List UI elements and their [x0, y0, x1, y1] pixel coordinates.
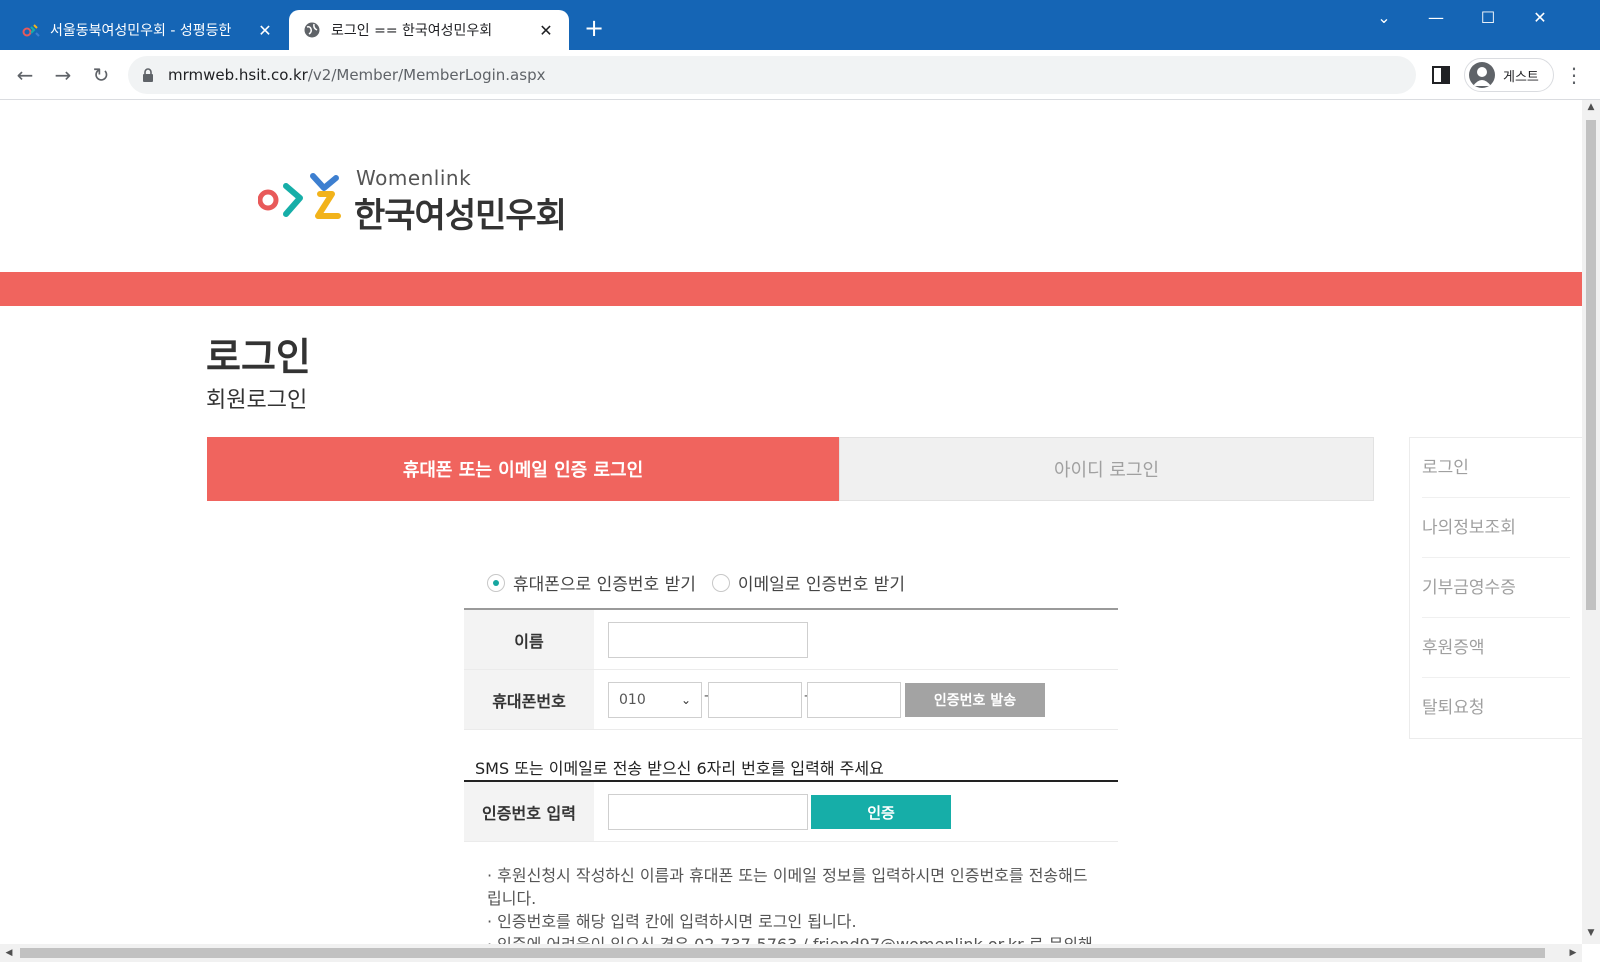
- side-menu-item-increase-donation[interactable]: 후원증액: [1422, 618, 1570, 678]
- phone-middle-input[interactable]: [708, 682, 802, 718]
- phone-prefix-select[interactable]: 010 ⌄: [608, 682, 702, 718]
- minimize-icon[interactable]: —: [1410, 0, 1462, 36]
- phone-last-input[interactable]: [807, 682, 901, 718]
- maximize-icon[interactable]: ☐: [1462, 0, 1514, 36]
- browser-tab-strip: 서울동북여성민우회 - 성평등한 ✕ 로그인 == 한국여성민우회 ✕ + ⌄ …: [0, 0, 1600, 50]
- help-note: · 인증번호를 해당 입력 칸에 입력하시면 로그인 됩니다.: [487, 912, 857, 931]
- tab-title: 서울동북여성민우회 - 성평등한: [50, 23, 232, 39]
- radio-email[interactable]: [711, 573, 730, 592]
- vertical-scroll-thumb[interactable]: [1586, 120, 1596, 610]
- send-code-button[interactable]: 인증번호 발송: [905, 683, 1045, 717]
- chevron-down-icon: ⌄: [680, 693, 691, 707]
- logo-text-ko: 한국여성민우회: [354, 196, 567, 236]
- globe-icon: [304, 22, 320, 38]
- code-label: 인증번호 입력: [464, 782, 594, 841]
- header-accent-bar: [0, 272, 1582, 306]
- form-row-name: 이름: [464, 610, 1118, 670]
- phone-label: 휴대폰번호: [464, 670, 594, 729]
- url-path: /v2/Member/MemberLogin.aspx: [307, 66, 546, 84]
- profile-button[interactable]: 게스트: [1464, 58, 1554, 92]
- side-menu-item-login[interactable]: 로그인: [1422, 438, 1570, 498]
- radio-phone[interactable]: [487, 573, 505, 592]
- name-input[interactable]: [608, 622, 808, 658]
- horizontal-scroll-thumb[interactable]: [20, 948, 1545, 958]
- forward-arrow-icon[interactable]: →: [50, 62, 76, 88]
- horizontal-scrollbar[interactable]: ◀ ▶: [0, 944, 1582, 962]
- side-menu: 로그인 나의정보조회 기부금영수증 후원증액 탈퇴요청: [1409, 437, 1582, 739]
- side-menu-item-donation-receipt[interactable]: 기부금영수증: [1422, 558, 1570, 618]
- close-window-icon[interactable]: ✕: [1514, 0, 1566, 36]
- site-logo[interactable]: Womenlink 한국여성민우회: [258, 164, 578, 236]
- browser-tab-inactive[interactable]: 서울동북여성민우회 - 성평등한 ✕: [8, 10, 288, 50]
- phone-prefix-value: 010: [619, 692, 646, 708]
- help-note: · 후원신청시 작성하신 이름과 휴대폰 또는 이메일 정보를 입력하시면 인증…: [487, 866, 1088, 908]
- web-page: Womenlink 한국여성민우회 로그인 회원로그인 휴대폰 또는 이메일 인…: [0, 100, 1582, 944]
- scroll-up-arrow-icon[interactable]: ▲: [1582, 102, 1600, 112]
- name-label: 이름: [464, 610, 594, 669]
- radio-email-label[interactable]: 이메일로 인증번호 받기: [738, 570, 905, 595]
- code-input[interactable]: [608, 794, 808, 830]
- more-options-icon[interactable]: ⋮: [1564, 62, 1584, 88]
- logo-mark-icon: [258, 173, 341, 219]
- tab-title: 로그인 == 한국여성민우회: [331, 23, 493, 39]
- new-tab-plus-icon[interactable]: +: [580, 14, 608, 42]
- logo-text-en: Womenlink: [356, 166, 472, 190]
- site-favicon-icon: [22, 24, 40, 37]
- back-arrow-icon[interactable]: ←: [12, 62, 38, 88]
- page-subtitle: 회원로그인: [206, 388, 308, 413]
- page-title: 로그인: [206, 335, 311, 379]
- tab-id-login[interactable]: 아이디 로그인: [839, 437, 1374, 501]
- identity-form: 이름 휴대폰번호 010 ⌄ - - 인증번호 발송: [464, 608, 1118, 730]
- tab-phone-email-login[interactable]: 휴대폰 또는 이메일 인증 로그인: [207, 437, 839, 501]
- help-note: · 인증에 어려움이 있으신 경우 02-737-5763 / friend97…: [487, 933, 1097, 944]
- help-notes: · 후원신청시 작성하신 이름과 휴대폰 또는 이메일 정보를 입력하시면 인증…: [487, 864, 1097, 944]
- scroll-down-arrow-icon[interactable]: ▼: [1582, 928, 1600, 938]
- sms-instruction: SMS 또는 이메일로 전송 받으신 6자리 번호를 입력해 주세요: [475, 759, 884, 778]
- verify-button[interactable]: 인증: [811, 795, 951, 829]
- profile-label: 게스트: [1503, 69, 1539, 85]
- close-tab-icon[interactable]: ✕: [537, 21, 555, 40]
- scroll-left-arrow-icon[interactable]: ◀: [0, 944, 18, 962]
- close-tab-icon[interactable]: ✕: [256, 21, 274, 40]
- side-menu-item-withdraw[interactable]: 탈퇴요청: [1422, 678, 1570, 738]
- form-row-code: 인증번호 입력 인증: [464, 782, 1118, 842]
- url-host: mrmweb.hsit.co.kr: [168, 66, 308, 84]
- avatar-icon: [1469, 62, 1495, 88]
- verify-form: 인증번호 입력 인증: [464, 780, 1118, 842]
- login-tabs: 휴대폰 또는 이메일 인증 로그인 아이디 로그인: [207, 437, 1374, 501]
- form-row-phone: 휴대폰번호 010 ⌄ - - 인증번호 발송: [464, 670, 1118, 730]
- side-panel-icon[interactable]: [1430, 64, 1452, 86]
- tab-search-chevron-icon[interactable]: ⌄: [1358, 0, 1410, 36]
- browser-tab-active[interactable]: 로그인 == 한국여성민우회 ✕: [289, 10, 569, 50]
- scroll-right-arrow-icon[interactable]: ▶: [1564, 944, 1582, 962]
- radio-phone-label[interactable]: 휴대폰으로 인증번호 받기: [513, 570, 696, 595]
- vertical-scrollbar[interactable]: ▲ ▼: [1582, 100, 1600, 944]
- address-bar[interactable]: mrmweb.hsit.co.kr/v2/Member/MemberLogin.…: [128, 56, 1416, 94]
- auth-method-radios: 휴대폰으로 인증번호 받기 이메일로 인증번호 받기: [487, 570, 921, 595]
- side-menu-item-my-info[interactable]: 나의정보조회: [1422, 498, 1570, 558]
- browser-toolbar: ← → ↻ mrmweb.hsit.co.kr/v2/Member/Member…: [0, 50, 1600, 100]
- lock-icon: [143, 68, 153, 82]
- reload-icon[interactable]: ↻: [88, 62, 114, 88]
